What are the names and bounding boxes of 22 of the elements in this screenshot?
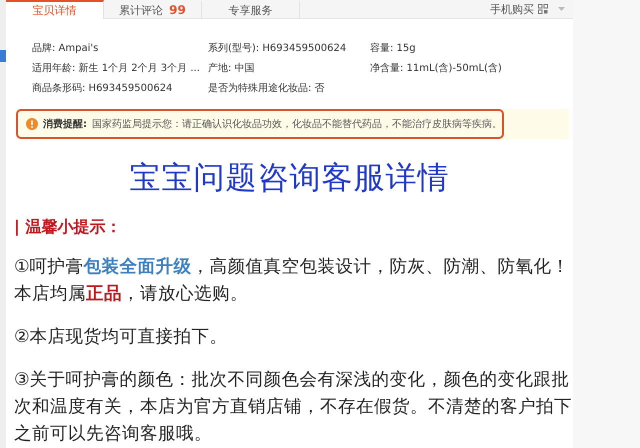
qr-code-icon	[538, 4, 548, 14]
page-heading: 宝宝问题咨询客服详情	[128, 159, 450, 198]
spec-item: 系列(型号): H693459500624	[208, 42, 348, 55]
sidebar-marker	[0, 50, 6, 62]
spec-item: 适用年龄: 新生 1个月 2个月 3个月 ...	[32, 62, 201, 75]
tip-title: | 温馨小提示：	[14, 217, 122, 238]
tab[interactable]: 宝贝详情	[6, 0, 104, 19]
spec-item: 容量: 15g	[370, 42, 417, 55]
notice-text: 国家药监局提示您：请正确认识化妆品功效，化妆品不能替代药品，不能治疗皮肤病等疾病。	[92, 118, 502, 131]
spec-item: 产地: 中国	[208, 62, 256, 75]
spec-item: 是否为特殊用途化妆品: 否	[208, 82, 326, 95]
spec-item: 品牌: Ampai's	[32, 42, 100, 55]
tip-paragraph: ①呵护膏包装全面升级，高颜值真空包装设计，防灰、防潮、防氧化！本店均属正品，请放心选购。	[14, 256, 571, 306]
tip-paragraph: ②本店现货均可直接拍下。	[14, 326, 229, 349]
mobile-buy-button[interactable]: 手机购买	[484, 0, 573, 18]
caret-icon	[558, 7, 565, 11]
spec-item: 商品条形码: H693459500624	[32, 82, 174, 95]
review-count: 99	[169, 3, 186, 17]
notice-label: 消费提醒:	[43, 118, 87, 131]
tip-paragraph: ③关于呵护膏的颜色：批次不同颜色会有深浅的变化，颜色的变化跟批次和温度有关，本店为官方直销店铺，不存在假货。不清楚的客户拍下之前可以先咨询客服哦。	[14, 369, 573, 446]
spec-item: 净含量: 11mL(含)-50mL(含)	[370, 62, 503, 75]
warning-icon	[26, 118, 38, 130]
